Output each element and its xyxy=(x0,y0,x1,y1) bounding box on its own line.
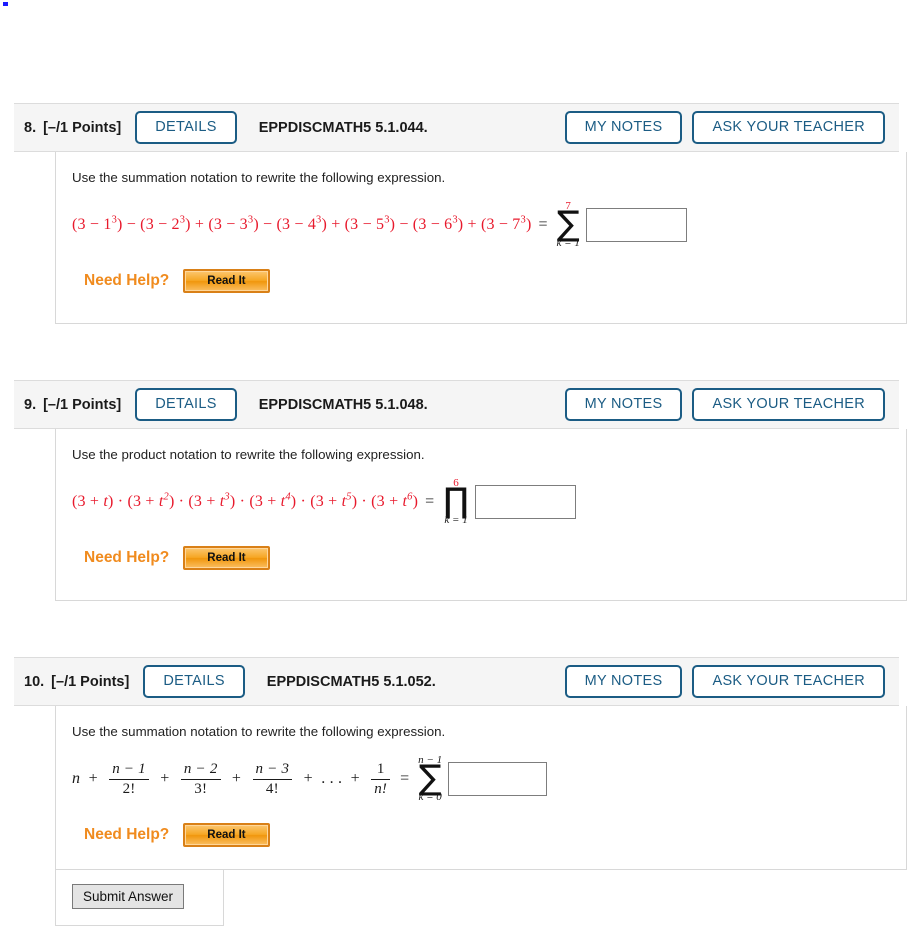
my-notes-button-9[interactable]: MY NOTES xyxy=(564,387,683,422)
question-8-points: [–/1 Points] xyxy=(43,119,122,136)
question-8-tag: EPPDISCMATH5 5.1.044. xyxy=(258,119,428,136)
question-9-help-row: Need Help? Read It xyxy=(72,546,890,570)
question-9-header-actions: MY NOTES ASK YOUR TEACHER xyxy=(564,387,885,422)
question-10-points: [–/1 Points] xyxy=(51,673,130,690)
fraction-1-denominator: 2! xyxy=(109,778,149,798)
ask-your-teacher-button-10[interactable]: ASK YOUR TEACHER xyxy=(692,664,885,699)
details-button-10[interactable]: DETAILS xyxy=(143,664,245,699)
question-8-lower-limit: k = 1 xyxy=(556,237,580,250)
question-10-prompt: Use the summation notation to rewrite th… xyxy=(72,724,446,739)
question-8-body: Use the summation notation to rewrite th… xyxy=(55,152,907,324)
answer-input-8[interactable] xyxy=(585,208,687,242)
question-8-equals: = xyxy=(538,216,548,233)
question-10: 10. [–/1 Points] DETAILS EPPDISCMATH5 5.… xyxy=(0,657,913,870)
question-8-header-actions: MY NOTES ASK YOUR TEACHER xyxy=(564,110,885,145)
question-10-math-row: n + n − 1 2! + n − 2 3! + n − 3 4! + . .… xyxy=(72,753,890,805)
ask-your-teacher-button-8[interactable]: ASK YOUR TEACHER xyxy=(692,110,885,145)
sigma-summation-icon-10: n − 1 ∑ k = 0 xyxy=(418,754,442,804)
question-8-operator-glyph: ∑ xyxy=(556,203,580,244)
section-gap-2 xyxy=(0,601,913,657)
question-10-operator-glyph: ∑ xyxy=(418,757,442,798)
fraction-3: n − 3 4! xyxy=(252,760,293,798)
fraction-2-numerator: n − 2 xyxy=(183,760,218,777)
question-10-plus-4: + xyxy=(299,769,317,787)
question-8-expression: (3 − 13) − (3 − 23) + (3 − 33) − (3 − 43… xyxy=(72,214,532,233)
question-8: 8. [–/1 Points] DETAILS EPPDISCMATH5 5.1… xyxy=(0,103,913,324)
need-help-label-8: Need Help? xyxy=(84,272,170,289)
question-9-prompt: Use the product notation to rewrite the … xyxy=(72,447,425,462)
fraction-1-numerator: n − 1 xyxy=(112,760,146,777)
question-10-plus-5: + xyxy=(346,769,365,787)
question-8-help-row: Need Help? Read It xyxy=(72,269,890,293)
section-gap-1 xyxy=(0,324,913,380)
fraction-4: 1 n! xyxy=(371,760,391,798)
question-9-lower-limit: k = 1 xyxy=(444,514,468,527)
question-10-header: 10. [–/1 Points] DETAILS EPPDISCMATH5 5.… xyxy=(14,657,899,706)
question-9-math-row: (3 + t) · (3 + t2) · (3 + t3) · (3 + t4)… xyxy=(72,476,890,528)
question-10-plus-3: + xyxy=(227,769,246,787)
read-it-button-9[interactable]: Read It xyxy=(183,546,270,570)
question-10-equals: = xyxy=(400,770,410,787)
question-10-expression: n + n − 1 2! + n − 2 3! + n − 3 4! + . .… xyxy=(72,761,393,798)
read-it-button-10[interactable]: Read It xyxy=(183,823,270,847)
submit-answer-button[interactable]: Submit Answer xyxy=(72,884,185,909)
question-10-plus-2: + xyxy=(156,769,174,787)
question-10-plus-1: + xyxy=(84,769,103,787)
question-8-number: 8. xyxy=(24,119,37,136)
fraction-2: n − 2 3! xyxy=(180,760,221,798)
pi-product-icon-9: 6 ∏ k = 1 xyxy=(443,477,469,527)
question-10-tag: EPPDISCMATH5 5.1.052. xyxy=(266,673,436,690)
question-10-number: 10. xyxy=(24,673,45,690)
submit-answer-container: Submit Answer xyxy=(55,870,224,926)
need-help-label-9: Need Help? xyxy=(84,549,170,566)
my-notes-button-10[interactable]: MY NOTES xyxy=(564,664,683,699)
details-button-9[interactable]: DETAILS xyxy=(135,387,237,422)
question-10-ellipsis: . . . xyxy=(321,769,343,787)
read-it-button-8[interactable]: Read It xyxy=(183,269,270,293)
need-help-label-10: Need Help? xyxy=(84,826,170,843)
question-9-expression: (3 + t) · (3 + t2) · (3 + t3) · (3 + t4)… xyxy=(72,491,419,510)
fraction-3-denominator: 4! xyxy=(252,778,293,798)
question-10-body: Use the summation notation to rewrite th… xyxy=(55,706,907,870)
my-notes-button-8[interactable]: MY NOTES xyxy=(564,110,683,145)
question-10-help-row: Need Help? Read It xyxy=(72,823,890,847)
fraction-2-denominator: 3! xyxy=(180,778,221,798)
fraction-3-numerator: n − 3 xyxy=(255,760,290,777)
details-button-8[interactable]: DETAILS xyxy=(135,110,237,145)
answer-input-10[interactable] xyxy=(448,762,548,796)
fraction-4-denominator: n! xyxy=(371,778,391,798)
question-8-math-row: (3 − 13) − (3 − 23) + (3 − 33) − (3 − 43… xyxy=(72,199,890,251)
question-9-equals: = xyxy=(425,493,435,510)
question-9-points: [–/1 Points] xyxy=(43,396,122,413)
assignment-page: 8. [–/1 Points] DETAILS EPPDISCMATH5 5.1… xyxy=(0,0,913,926)
question-10-header-actions: MY NOTES ASK YOUR TEACHER xyxy=(564,664,885,699)
fraction-1: n − 1 2! xyxy=(109,761,149,798)
sigma-summation-icon-8: 7 ∑ k = 1 xyxy=(556,200,580,250)
question-9: 9. [–/1 Points] DETAILS EPPDISCMATH5 5.1… xyxy=(0,380,913,601)
page-top-artifact xyxy=(3,2,8,6)
question-8-prompt: Use the summation notation to rewrite th… xyxy=(72,170,446,185)
question-10-lower-limit: k = 0 xyxy=(418,791,442,804)
ask-your-teacher-button-9[interactable]: ASK YOUR TEACHER xyxy=(692,387,885,422)
question-9-number: 9. xyxy=(24,396,37,413)
question-9-operator-glyph: ∏ xyxy=(443,480,469,521)
answer-input-9[interactable] xyxy=(474,485,576,519)
question-8-header: 8. [–/1 Points] DETAILS EPPDISCMATH5 5.1… xyxy=(14,103,899,152)
question-9-body: Use the product notation to rewrite the … xyxy=(55,429,907,601)
fraction-4-numerator: 1 xyxy=(376,760,385,777)
question-9-tag: EPPDISCMATH5 5.1.048. xyxy=(258,396,428,413)
question-10-lead-term: n xyxy=(72,769,81,787)
question-9-header: 9. [–/1 Points] DETAILS EPPDISCMATH5 5.1… xyxy=(14,380,899,429)
